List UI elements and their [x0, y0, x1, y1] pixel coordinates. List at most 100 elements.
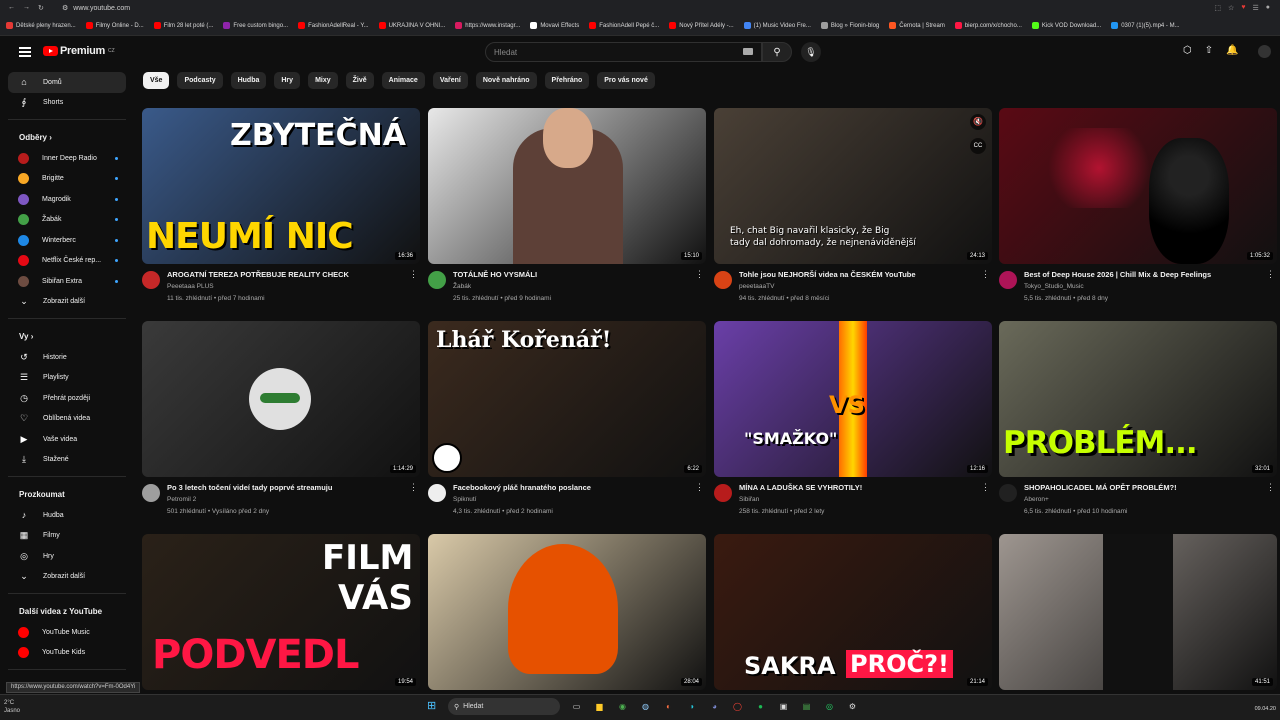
video-thumbnail[interactable]: 28:04: [428, 534, 706, 690]
sidebar-item-you[interactable]: ⤓ Stažené: [8, 450, 126, 471]
channel-avatar[interactable]: [999, 484, 1017, 502]
search-button[interactable]: ⚲: [762, 42, 792, 62]
filter-chip[interactable]: Živě: [345, 72, 374, 89]
youtube-logo[interactable]: Premium CZ: [43, 45, 115, 57]
opera-icon[interactable]: ◯: [729, 698, 746, 715]
heart-icon[interactable]: ♥: [1241, 4, 1245, 12]
more-options-icon[interactable]: ⋮: [1266, 269, 1275, 280]
video-thumbnail[interactable]: PROBLÉM... 32:01: [999, 321, 1277, 477]
sidebar-item-home[interactable]: ⌂ Domů: [8, 72, 126, 93]
file-explorer-icon[interactable]: ▆: [591, 698, 608, 715]
channel-name[interactable]: Žabák: [453, 283, 471, 290]
bookmark-item[interactable]: Kick VOD Download...: [1031, 22, 1101, 29]
more-options-icon[interactable]: ⋮: [981, 482, 990, 493]
discord-icon[interactable]: ◕: [706, 698, 723, 715]
sidebar-item-subscription[interactable]: Magrodik: [8, 189, 126, 210]
sidebar-item-subscription[interactable]: Netflix České rep...: [8, 251, 126, 272]
bookmark-item[interactable]: https://www.instagr...: [455, 22, 520, 29]
sidebar-item-more[interactable]: YouTube Kids: [8, 643, 126, 664]
avatar[interactable]: [1258, 45, 1271, 58]
channel-name[interactable]: Petromil 2: [167, 496, 196, 503]
filter-chip[interactable]: Přehráno: [544, 72, 590, 89]
profile-icon[interactable]: ●: [1266, 4, 1270, 12]
sidebar-item-explore[interactable]: ⌄ Zobrazit další: [8, 567, 126, 588]
video-title[interactable]: TOTÁLNĚ HO VYSMÁLI: [453, 270, 693, 279]
sidebar-item-subscription[interactable]: Inner Deep Radio: [8, 148, 126, 169]
filter-chip[interactable]: Pro vás nové: [597, 72, 655, 89]
channel-avatar[interactable]: [714, 484, 732, 502]
video-card[interactable]: Lhář Kořenář! 6:22 Facebookový pláč hranat…: [428, 321, 706, 521]
filter-chip[interactable]: Vše: [143, 72, 170, 89]
video-title[interactable]: SHOPAHOLICADEL MÁ OPĚT PROBLÉM?!: [1024, 483, 1264, 492]
spotify-icon[interactable]: ●: [752, 698, 769, 715]
sidebar-item-you[interactable]: ▶ Vaše videa: [8, 429, 126, 450]
sidebar-item-you[interactable]: ♡ Oblíbená videa: [8, 409, 126, 430]
more-options-icon[interactable]: ⋮: [695, 482, 704, 493]
more-options-icon[interactable]: ⋮: [409, 482, 418, 493]
sidebar-item-explore[interactable]: ◎ Hry: [8, 546, 126, 567]
video-card[interactable]: 15:10 TOTÁLNĚ HO VYSMÁLI Žabák 25 tis. zhlé…: [428, 108, 706, 308]
filter-chip[interactable]: Hudba: [230, 72, 267, 89]
sidebar-item-subscription[interactable]: Sibiřan Extra: [8, 271, 126, 292]
reload-icon[interactable]: ↻: [38, 4, 44, 12]
sidebar-item-you[interactable]: ↺ Historie: [8, 347, 126, 368]
sidebar-item-more[interactable]: YouTube Music: [8, 622, 126, 643]
filter-chip[interactable]: Nově nahráno: [475, 72, 537, 89]
channel-avatar[interactable]: [714, 271, 732, 289]
site-info-icon[interactable]: ⚙: [62, 4, 68, 12]
subscriptions-heading[interactable]: Odběry ›: [8, 126, 126, 148]
video-card[interactable]: FILM VÁS PODVEDL 19:54: [142, 534, 420, 694]
video-thumbnail[interactable]: FILM VÁS PODVEDL 19:54: [142, 534, 420, 690]
windows-start-icon[interactable]: ⊞: [427, 699, 436, 712]
video-title[interactable]: Tohle jsou NEJHORŠÍ videa na ČESKÉM YouT…: [739, 270, 979, 279]
video-card[interactable]: 28:04: [428, 534, 706, 694]
app-icon[interactable]: ▤: [798, 698, 815, 715]
bookmark-item[interactable]: FashionAdell Pepé č...: [589, 22, 659, 29]
sidebar-item-subscription[interactable]: Žabák: [8, 210, 126, 231]
more-options-icon[interactable]: ⋮: [1266, 482, 1275, 493]
extension-icon[interactable]: ⬚: [1214, 4, 1221, 12]
video-card[interactable]: PROBLÉM... 32:01 SHOPAHOLICADEL MÁ OPĚT PR…: [999, 321, 1277, 521]
weather-widget[interactable]: 2°C Jasno: [4, 699, 20, 715]
video-thumbnail[interactable]: 41:51: [999, 534, 1277, 690]
captions-icon[interactable]: CC: [970, 138, 986, 154]
video-title[interactable]: Po 3 letech točení videí tady poprvé str…: [167, 483, 407, 492]
video-title[interactable]: AROGATNÍ TEREZA POTŘEBUJE REALITY CHECK: [167, 270, 407, 279]
bookmark-item[interactable]: (1) Music Video Fre...: [743, 22, 811, 29]
channel-name[interactable]: Tokyo_Studio_Music: [1024, 283, 1084, 290]
video-thumbnail[interactable]: VS "SMAŽKO" 12:16: [714, 321, 992, 477]
app-icon[interactable]: ▣: [775, 698, 792, 715]
address-bar[interactable]: ⚙ www.youtube.com: [62, 4, 1214, 13]
filter-chip[interactable]: Vaření: [432, 72, 468, 89]
filter-chip[interactable]: Animace: [381, 72, 425, 89]
bookmark-item[interactable]: bierp.com/x/chocho...: [954, 22, 1022, 29]
sidebar-item-subscription[interactable]: Brigitte: [8, 169, 126, 190]
bookmark-item[interactable]: Dětské pleny hrazen...: [6, 22, 76, 29]
settings-icon[interactable]: ⚙: [844, 698, 861, 715]
sidebar-item-explore[interactable]: ♪ Hudba: [8, 505, 126, 526]
sidebar-item-explore[interactable]: ▦ Filmy: [8, 526, 126, 547]
edge-icon[interactable]: ◑: [683, 698, 700, 715]
notifications-icon[interactable]: 🔔: [1226, 45, 1238, 56]
bookmark-item[interactable]: FashionAdellReal - Y...: [298, 22, 369, 29]
you-heading[interactable]: Vy ›: [8, 325, 126, 347]
task-view-icon[interactable]: ▭: [568, 698, 585, 715]
voice-search-button[interactable]: 🎙: [801, 42, 821, 62]
address-text[interactable]: www.youtube.com: [73, 5, 130, 12]
keyboard-icon[interactable]: [743, 48, 753, 55]
menu-icon[interactable]: [19, 47, 31, 59]
menu-icon[interactable]: ☰: [1252, 4, 1258, 12]
video-card[interactable]: VS "SMAŽKO" 12:16 MÍNA A LADUŠKA SE VYHROTI…: [714, 321, 992, 521]
video-card[interactable]: 1:14:29 Po 3 letech točení videí tady pop…: [142, 321, 420, 521]
channel-name[interactable]: Sibiřan: [739, 496, 759, 503]
video-thumbnail[interactable]: SAKRA PROČ?! 21:14: [714, 534, 992, 690]
channel-name[interactable]: Peeetaaa PLUS: [167, 283, 214, 290]
video-thumbnail[interactable]: 1:05:32: [999, 108, 1277, 264]
video-card[interactable]: SAKRA PROČ?! 21:14: [714, 534, 992, 694]
video-thumbnail[interactable]: 1:14:29: [142, 321, 420, 477]
channel-name[interactable]: Aberon+: [1024, 496, 1049, 503]
firefox-icon[interactable]: ◐: [660, 698, 677, 715]
chrome-icon[interactable]: ◉: [614, 698, 631, 715]
video-title[interactable]: MÍNA A LADUŠKA SE VYHROTILY!: [739, 483, 979, 492]
bookmark-item[interactable]: Černota | Stream: [889, 22, 945, 29]
